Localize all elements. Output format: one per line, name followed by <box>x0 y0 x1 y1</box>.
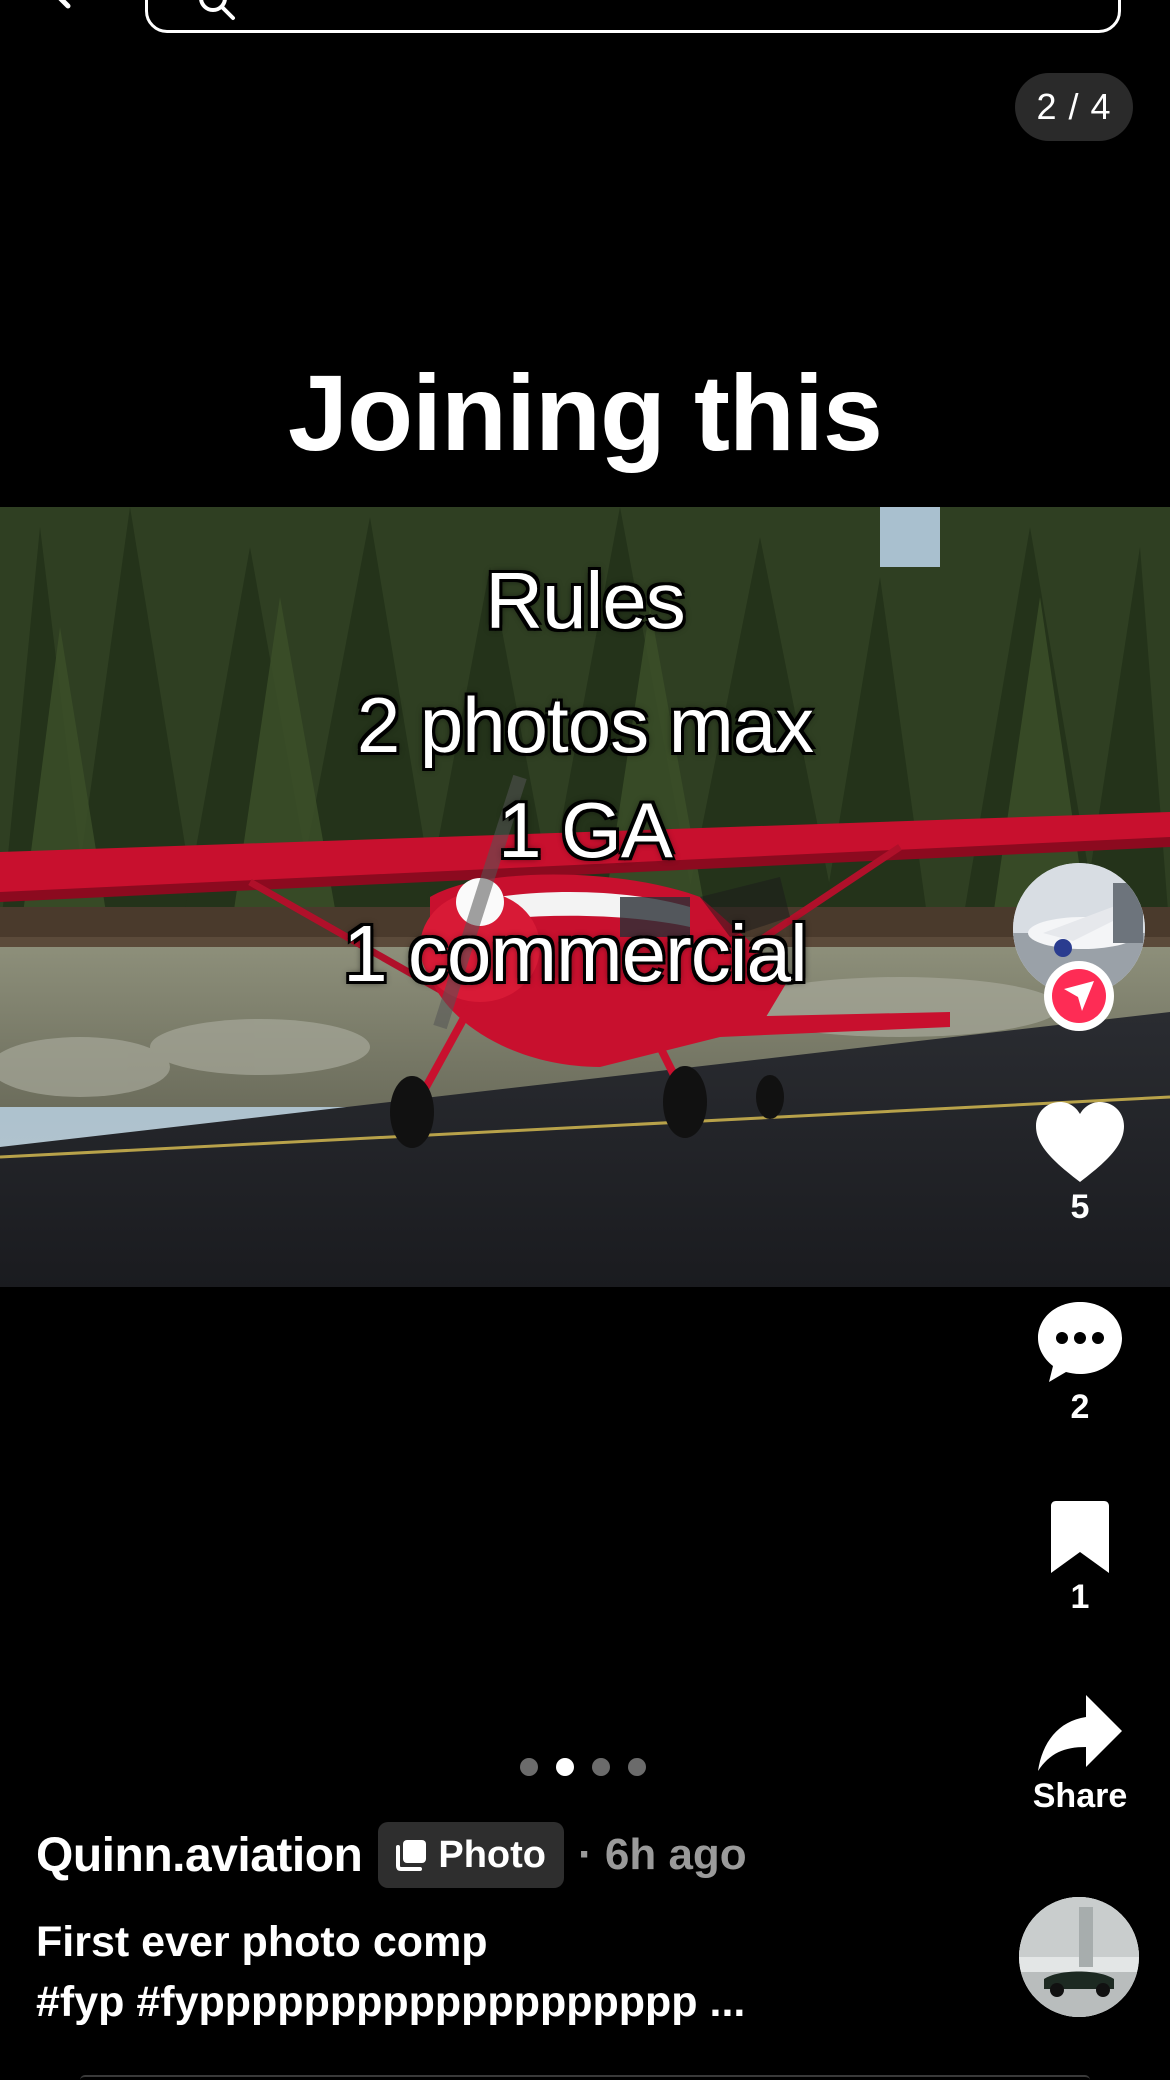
overlay-line-commercial: 1 commercial <box>343 909 808 998</box>
search-bar[interactable] <box>145 0 1121 33</box>
caption-line-1: First ever photo comp <box>36 1918 488 1966</box>
follow-button[interactable] <box>1044 961 1114 1031</box>
comment-action[interactable]: 2 <box>1010 1298 1150 1427</box>
share-action[interactable]: Share <box>1010 1693 1150 1816</box>
author-row: Quinn.aviation Photo · 6h ago <box>36 1822 747 1888</box>
post-type-label: Photo <box>438 1833 546 1876</box>
like-count: 5 <box>1070 1188 1090 1226</box>
overlay-line-photos: 2 photos max <box>356 681 814 769</box>
home-indicator-edge <box>80 2075 1090 2080</box>
carousel-dot-active[interactable] <box>556 1758 574 1776</box>
heart-icon <box>1036 1102 1124 1182</box>
post-caption[interactable]: First ever photo comp #fyp #fypppppppppp… <box>36 1912 986 2032</box>
save-action[interactable]: 1 <box>1010 1500 1150 1617</box>
search-icon <box>199 0 235 20</box>
carousel-dot[interactable] <box>592 1758 610 1776</box>
chevron-left-icon <box>58 0 71 9</box>
back-button[interactable] <box>38 0 86 14</box>
carousel-indicator <box>520 1758 646 1776</box>
sound-disc[interactable] <box>1019 1897 1139 2017</box>
bookmark-icon <box>1051 1501 1109 1573</box>
photo-stack-icon <box>396 1840 427 1871</box>
carousel-dot[interactable] <box>628 1758 646 1776</box>
carousel-dot[interactable] <box>520 1758 538 1776</box>
slide-title: Joining this <box>288 352 883 473</box>
author-name[interactable]: Quinn.aviation <box>36 1828 363 1883</box>
post-time: · 6h ago <box>578 1830 747 1879</box>
post-type-chip: Photo <box>378 1822 564 1888</box>
overlay-line-ga: 1 GA <box>498 786 673 874</box>
comment-count: 2 <box>1070 1388 1090 1426</box>
share-label: Share <box>1032 1777 1128 1815</box>
overlay-line-rules: Rules <box>485 556 686 645</box>
send-arrow-icon <box>1052 969 1106 1023</box>
sound-cover-image <box>1019 1897 1139 2017</box>
like-action[interactable]: 5 <box>1010 1100 1150 1227</box>
share-arrow-icon <box>1038 1695 1122 1771</box>
page-counter: 2 / 4 <box>1015 73 1133 141</box>
save-count: 1 <box>1070 1578 1090 1616</box>
caption-hashtags: #fyp #fyppppppppppppppppppp ... <box>36 1978 746 2026</box>
comment-bubble-icon <box>1038 1302 1122 1382</box>
